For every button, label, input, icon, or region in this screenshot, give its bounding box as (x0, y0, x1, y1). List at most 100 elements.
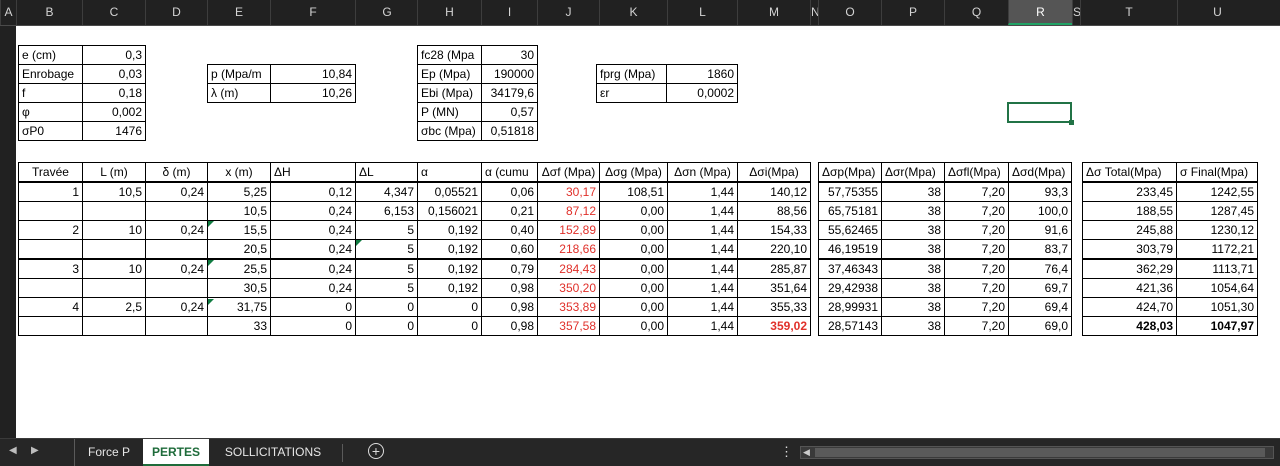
table-cell[interactable]: 0 (270, 316, 356, 336)
column-header-a[interactable]: A (0, 0, 16, 25)
table-header-cell[interactable]: Δσp(Mpa) (818, 162, 882, 182)
table-cell[interactable]: 0,40 (481, 220, 538, 240)
table-cell[interactable]: 1287,45 (1176, 201, 1258, 221)
table-cell[interactable]: 140,12 (737, 182, 811, 202)
table-header-cell[interactable]: Δσr(Mpa) (881, 162, 945, 182)
table-cell[interactable]: 0,24 (270, 278, 356, 298)
param-label[interactable]: P (MN) (417, 102, 482, 122)
table-header-cell[interactable]: x (m) (207, 162, 271, 182)
table-cell[interactable]: 424,70 (1082, 297, 1177, 317)
table-cell[interactable] (145, 239, 208, 259)
table-cell[interactable]: 57,75355 (818, 182, 882, 202)
table-cell[interactable]: 0,98 (481, 316, 538, 336)
param-value[interactable]: 0,51818 (481, 121, 538, 141)
scroll-left-arrow-icon[interactable]: ◀ (803, 447, 810, 458)
table-cell[interactable]: 38 (881, 201, 945, 221)
table-cell[interactable]: 1,44 (667, 316, 738, 336)
param-label[interactable]: fprg (Mpa) (596, 64, 667, 84)
table-cell[interactable]: 0 (355, 297, 418, 317)
table-cell[interactable]: 83,7 (1008, 239, 1072, 259)
column-header-c[interactable]: C (82, 0, 145, 25)
table-header-cell[interactable]: α (cumu (481, 162, 538, 182)
column-header-j[interactable]: J (537, 0, 599, 25)
table-cell[interactable]: 0,24 (145, 297, 208, 317)
table-cell[interactable]: 285,87 (737, 259, 811, 279)
table-header-cell[interactable]: Travée (18, 162, 83, 182)
table-cell[interactable]: 0,192 (417, 239, 482, 259)
table-cell[interactable]: 0,00 (599, 278, 668, 298)
table-cell[interactable]: 1,44 (667, 182, 738, 202)
column-header-o[interactable]: O (818, 0, 881, 25)
table-cell[interactable]: 4,347 (355, 182, 418, 202)
add-sheet-icon[interactable]: + (368, 443, 384, 459)
table-cell[interactable]: 0,12 (270, 182, 356, 202)
table-cell[interactable]: 5 (355, 278, 418, 298)
tab-pertes[interactable]: PERTES (143, 439, 209, 466)
column-header-e[interactable]: E (207, 0, 270, 25)
table-cell[interactable] (18, 239, 83, 259)
table-cell[interactable] (18, 201, 83, 221)
column-header-i[interactable]: I (481, 0, 537, 25)
table-cell[interactable]: 46,19519 (818, 239, 882, 259)
table-cell[interactable]: 30,17 (537, 182, 600, 202)
tab-scroll-left-icon[interactable]: ◀ (9, 445, 17, 456)
table-cell[interactable]: 233,45 (1082, 182, 1177, 202)
table-cell[interactable]: 4 (18, 297, 83, 317)
table-cell[interactable]: 0,24 (270, 259, 356, 279)
table-cell[interactable]: 0,24 (270, 220, 356, 240)
table-cell[interactable]: 359,02 (737, 316, 811, 336)
column-header-u[interactable]: U (1177, 0, 1257, 25)
param-value[interactable]: 30 (481, 45, 538, 65)
table-header-cell[interactable]: Δσ Total(Mpa) (1082, 162, 1177, 182)
param-label[interactable]: p (Mpa/m (207, 64, 271, 84)
table-cell[interactable]: 303,79 (1082, 239, 1177, 259)
param-label[interactable]: Ebi (Mpa) (417, 83, 482, 103)
table-cell[interactable]: 0,24 (145, 259, 208, 279)
table-header-cell[interactable]: Δσfl(Mpa) (944, 162, 1009, 182)
table-cell[interactable]: 5 (355, 259, 418, 279)
param-label[interactable]: e (cm) (18, 45, 83, 65)
table-cell[interactable]: 38 (881, 182, 945, 202)
table-cell[interactable] (18, 316, 83, 336)
table-cell[interactable]: 29,42938 (818, 278, 882, 298)
table-cell[interactable]: 33 (207, 316, 271, 336)
table-cell[interactable]: 218,66 (537, 239, 600, 259)
table-header-cell[interactable]: L (m) (82, 162, 146, 182)
table-cell[interactable]: 0,24 (270, 201, 356, 221)
table-cell[interactable] (82, 278, 146, 298)
table-cell[interactable]: 362,29 (1082, 259, 1177, 279)
table-cell[interactable]: 0,192 (417, 278, 482, 298)
table-cell[interactable]: 0,98 (481, 278, 538, 298)
param-label[interactable]: f (18, 83, 83, 103)
table-cell[interactable]: 351,64 (737, 278, 811, 298)
table-cell[interactable]: 38 (881, 239, 945, 259)
table-cell[interactable]: 65,75181 (818, 201, 882, 221)
table-cell[interactable]: 38 (881, 297, 945, 317)
table-cell[interactable]: 5 (355, 220, 418, 240)
table-cell[interactable]: 0,156021 (417, 201, 482, 221)
param-value[interactable]: 10,26 (270, 83, 356, 103)
table-cell[interactable]: 0 (417, 316, 482, 336)
param-value[interactable]: 190000 (481, 64, 538, 84)
table-cell[interactable]: 69,7 (1008, 278, 1072, 298)
table-cell[interactable]: 220,10 (737, 239, 811, 259)
column-header-n[interactable]: N (810, 0, 820, 25)
table-cell[interactable]: 2 (18, 220, 83, 240)
table-cell[interactable]: 355,33 (737, 297, 811, 317)
table-cell[interactable]: 350,20 (537, 278, 600, 298)
table-cell[interactable]: 7,20 (944, 278, 1009, 298)
table-header-cell[interactable]: Δσg (Mpa) (599, 162, 668, 182)
table-cell[interactable]: 1,44 (667, 239, 738, 259)
column-header-s[interactable]: S (1072, 0, 1081, 25)
table-cell[interactable]: 6,153 (355, 201, 418, 221)
table-cell[interactable]: 76,4 (1008, 259, 1072, 279)
param-value[interactable]: 0,18 (82, 83, 146, 103)
table-cell[interactable]: 88,56 (737, 201, 811, 221)
table-cell[interactable]: 1,44 (667, 278, 738, 298)
table-cell[interactable]: 0,24 (145, 220, 208, 240)
table-cell[interactable]: 91,6 (1008, 220, 1072, 240)
spreadsheet-grid[interactable]: e (cm) 0,3 Enrobage 0,03 f 0,18 φ 0,002 σP0 1476 p… (16, 26, 1280, 438)
table-cell[interactable]: 0,79 (481, 259, 538, 279)
table-cell[interactable]: 28,57143 (818, 316, 882, 336)
param-value[interactable]: 10,84 (270, 64, 356, 84)
